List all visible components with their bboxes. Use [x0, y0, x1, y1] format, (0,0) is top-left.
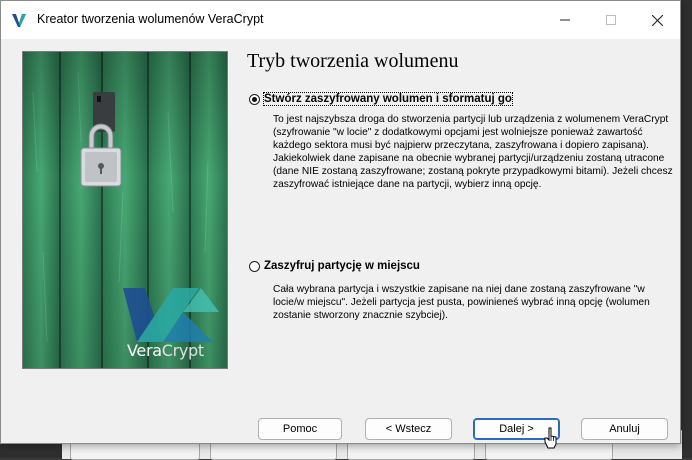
- wizard-window: Kreator tworzenia wolumenów VeraCrypt Ve…: [0, 0, 681, 444]
- option-create-encrypted-volume[interactable]: Stwórz zaszyfrowany wolumen i sformatuj …: [249, 92, 513, 106]
- maximize-icon: [606, 15, 616, 25]
- title-bar[interactable]: Kreator tworzenia wolumenów VeraCrypt: [1, 1, 680, 39]
- back-button[interactable]: < Wstecz: [365, 418, 452, 440]
- minimize-button[interactable]: [542, 1, 588, 39]
- logo-text-vera: Vera: [127, 341, 162, 360]
- radio-button-selected[interactable]: [249, 93, 260, 105]
- close-icon: [651, 14, 663, 26]
- veracrypt-app-icon: [12, 14, 26, 27]
- mouse-pointer-icon: [544, 427, 557, 449]
- option-label[interactable]: Zaszyfruj partycję w miejscu: [264, 260, 420, 272]
- maximize-button: [588, 1, 634, 39]
- window-title: Kreator tworzenia wolumenów VeraCrypt: [37, 12, 264, 26]
- minimize-icon: [560, 19, 570, 21]
- wizard-side-image: VeraCrypt: [22, 51, 228, 369]
- padlock-door-image: [23, 52, 227, 368]
- option-label[interactable]: Stwórz zaszyfrowany wolumen i sformatuj …: [263, 92, 513, 106]
- logo-text-crypt: Crypt: [161, 341, 204, 360]
- page-heading: Tryb tworzenia wolumenu: [247, 50, 459, 72]
- help-button[interactable]: Pomoc: [258, 418, 342, 440]
- radio-button[interactable]: [249, 260, 260, 272]
- option-description: To jest najszybsza droga do stworzenia p…: [273, 114, 673, 190]
- option-encrypt-in-place[interactable]: Zaszyfruj partycję w miejscu: [249, 260, 420, 272]
- veracrypt-logo-text: VeraCrypt: [127, 341, 204, 360]
- close-button[interactable]: [634, 1, 680, 39]
- option-description: Cała wybrana partycja i wszystkie zapisa…: [273, 284, 650, 321]
- cancel-button[interactable]: Anuluj: [581, 418, 668, 440]
